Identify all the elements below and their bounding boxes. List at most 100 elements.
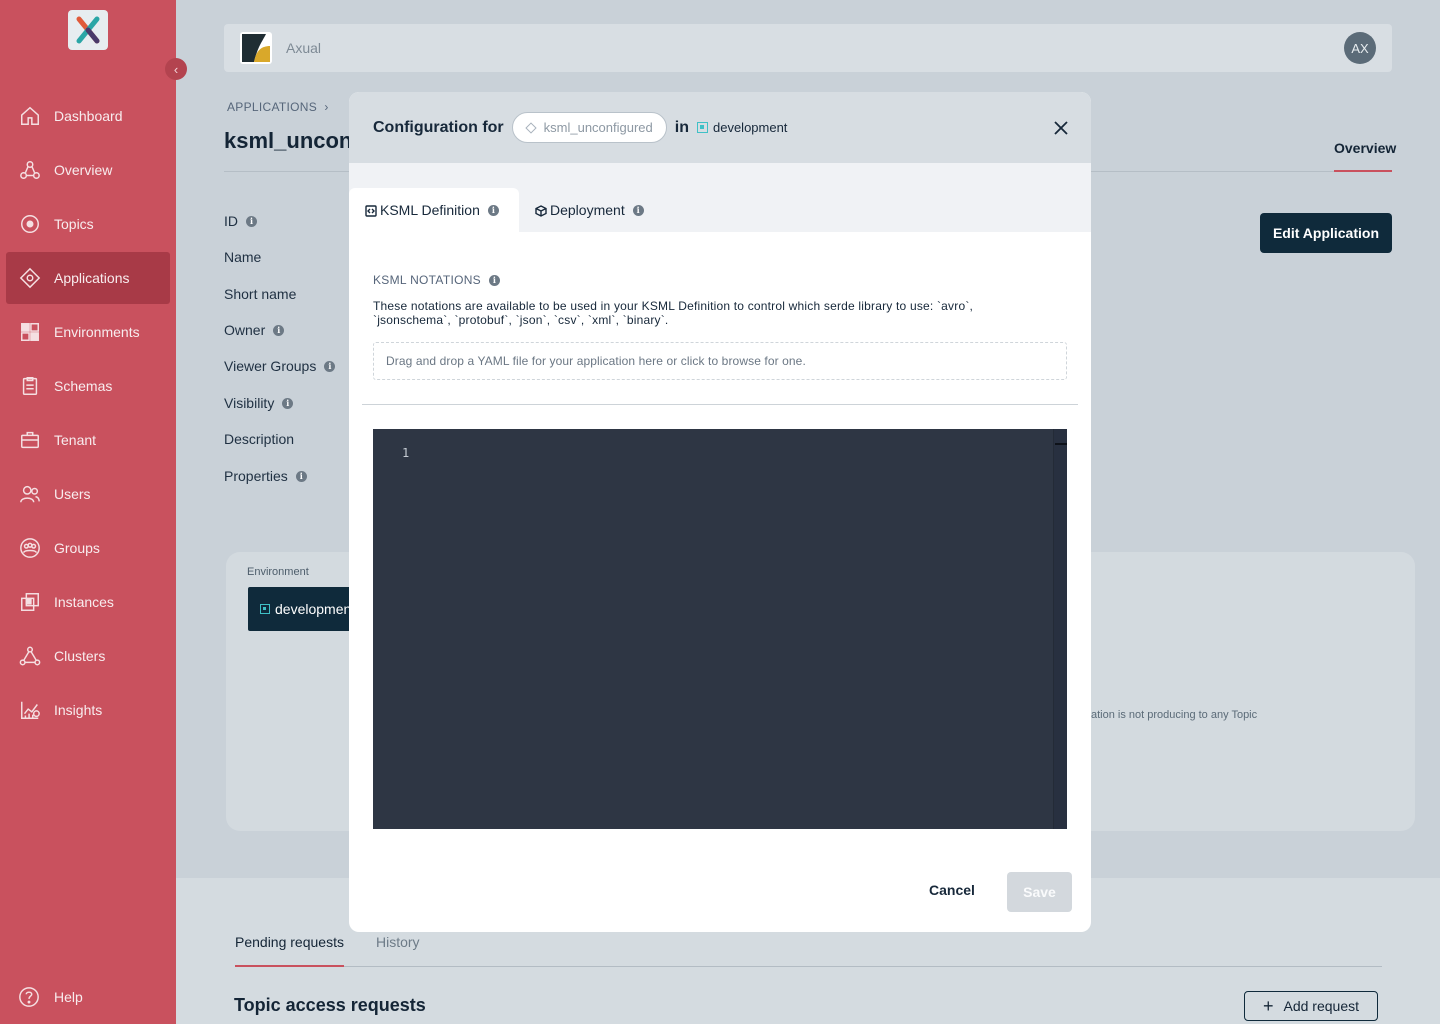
field-visibility: Visibility i (224, 395, 294, 411)
sidebar-item-topics[interactable]: Topics (6, 198, 170, 250)
environment-label: Environment (247, 566, 309, 578)
yaml-dropzone[interactable]: Drag and drop a YAML file for your appli… (373, 342, 1067, 380)
topics-icon (18, 212, 42, 236)
modal-title: Configuration for (373, 118, 504, 136)
chevron-left-icon: ‹ (173, 61, 179, 77)
field-owner: Owner i (224, 322, 285, 338)
info-icon[interactable]: i (273, 324, 285, 336)
tab-deployment[interactable]: Deployment i (535, 188, 644, 232)
info-icon[interactable]: i (295, 470, 307, 482)
home-icon (18, 104, 42, 128)
tenant-logo-icon (240, 32, 272, 64)
ksml-code-editor[interactable]: 1 (373, 429, 1067, 829)
sidebar-item-label: Schemas (54, 378, 113, 394)
environment-chip[interactable]: developmen (248, 587, 358, 631)
tenant-name: Axual (286, 40, 322, 56)
page-title: ksml_uncont (224, 128, 360, 153)
info-icon[interactable]: i (246, 215, 257, 227)
modal-header: Configuration for ksml_unconfigured in d… (349, 92, 1091, 163)
info-icon[interactable]: i (324, 360, 336, 372)
instances-icon (18, 590, 42, 614)
application-name: ksml_unconfigured (543, 120, 653, 135)
sidebar: Dashboard Overview Topics Applications E… (0, 0, 176, 1024)
avatar[interactable]: AX (1344, 32, 1376, 64)
tab-active-indicator (1334, 170, 1392, 172)
breadcrumb-applications[interactable]: APPLICATIONS (227, 100, 317, 114)
sidebar-item-clusters[interactable]: Clusters (6, 630, 170, 682)
top-bar: Axual AX (224, 24, 1392, 72)
schemas-icon (18, 374, 42, 398)
lower-tab-active-indicator (235, 965, 344, 967)
field-description: Description (224, 431, 295, 447)
insights-icon (18, 698, 42, 722)
sidebar-item-label: Insights (54, 702, 103, 718)
sidebar-item-help[interactable]: Help (18, 986, 83, 1008)
info-icon[interactable]: i (487, 204, 499, 216)
info-icon[interactable]: i (632, 204, 644, 216)
modal-divider (362, 404, 1078, 405)
clusters-icon (18, 644, 42, 668)
sidebar-item-tenant[interactable]: Tenant (6, 414, 170, 466)
field-short-name: Short name (224, 286, 297, 302)
editor-line-number: 1 (402, 446, 410, 460)
application-pill: ksml_unconfigured (511, 112, 667, 143)
edit-application-button[interactable]: Edit Application (1260, 213, 1392, 253)
sidebar-item-dashboard[interactable]: Dashboard (6, 90, 170, 142)
applications-icon (18, 266, 42, 290)
info-icon[interactable]: i (282, 397, 294, 409)
tab-history[interactable]: History (376, 934, 420, 950)
lower-tabs-divider (235, 966, 1382, 967)
close-button[interactable] (1051, 118, 1071, 138)
sidebar-item-label: Topics (54, 216, 94, 232)
help-icon (19, 987, 39, 1007)
tab-label: Deployment (550, 202, 625, 218)
code-icon (365, 204, 377, 217)
overview-icon (18, 158, 42, 182)
environment-name: development (712, 120, 788, 135)
app-logo[interactable] (68, 10, 108, 50)
add-request-button[interactable]: + Add request (1244, 991, 1378, 1021)
tab-pending-requests[interactable]: Pending requests (235, 934, 344, 950)
environment-chip-label: developmen (275, 601, 352, 617)
sidebar-item-label: Groups (54, 540, 100, 556)
chevron-right-icon: › (317, 100, 329, 114)
sidebar-item-label: Instances (54, 594, 114, 610)
application-icon (524, 121, 537, 134)
field-id: ID i (224, 213, 257, 229)
sidebar-item-environments[interactable]: Environments (6, 306, 170, 358)
sidebar-nav: Dashboard Overview Topics Applications E… (6, 90, 170, 738)
sidebar-item-overview[interactable]: Overview (6, 144, 170, 196)
breadcrumb[interactable]: APPLICATIONS › (227, 100, 329, 114)
environments-icon (18, 320, 42, 344)
sidebar-item-label: Overview (54, 162, 113, 178)
users-icon (18, 482, 42, 506)
environment-icon (696, 122, 708, 133)
collapse-sidebar-button[interactable]: ‹ (165, 58, 187, 80)
sidebar-item-label: Environments (54, 324, 140, 340)
sidebar-item-label: Tenant (54, 432, 97, 448)
tab-overview[interactable]: Overview (1334, 140, 1396, 156)
sidebar-item-schemas[interactable]: Schemas (6, 360, 170, 412)
ksml-notations-label: KSML NOTATIONS i (373, 273, 500, 287)
sidebar-item-label: Applications (54, 270, 130, 286)
info-icon[interactable]: i (489, 274, 500, 286)
sidebar-item-insights[interactable]: Insights (6, 684, 170, 736)
sidebar-item-groups[interactable]: Groups (6, 522, 170, 574)
field-properties: Properties i (224, 468, 307, 484)
editor-scrollbar[interactable] (1053, 429, 1067, 829)
cancel-button[interactable]: Cancel (929, 882, 975, 898)
topic-access-requests-title: Topic access requests (234, 995, 426, 1015)
add-request-label: Add request (1283, 998, 1360, 1014)
save-button[interactable]: Save (1007, 872, 1072, 912)
in-word: in (674, 118, 689, 136)
field-name: Name (224, 249, 262, 265)
sidebar-item-users[interactable]: Users (6, 468, 170, 520)
sidebar-item-instances[interactable]: Instances (6, 576, 170, 628)
package-icon (535, 204, 547, 217)
sidebar-item-applications[interactable]: Applications (6, 252, 170, 304)
plus-icon: + (1262, 996, 1274, 1016)
producing-note: ation is not producing to any Topic (1091, 709, 1258, 721)
sidebar-item-label: Users (54, 486, 91, 502)
tab-ksml-definition[interactable]: KSML Definition i (349, 188, 519, 232)
sidebar-item-label: Dashboard (54, 108, 123, 124)
